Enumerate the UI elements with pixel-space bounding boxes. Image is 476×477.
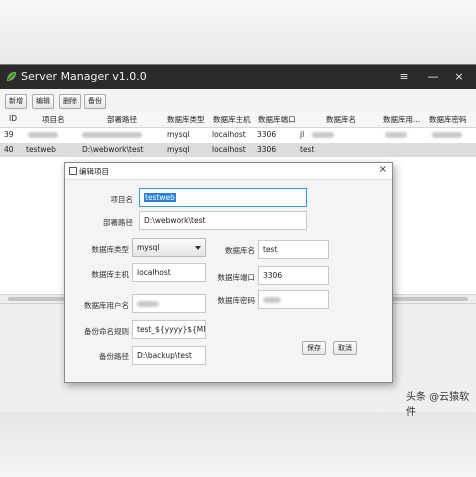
edit-button[interactable]: 编辑 <box>32 94 54 109</box>
cell-db-password-redacted <box>432 130 462 139</box>
close-icon[interactable]: × <box>448 68 470 86</box>
backup-button[interactable]: 备份 <box>84 94 106 109</box>
new-button[interactable]: 新增 <box>5 94 27 109</box>
column-header-db-password[interactable]: 数据库密码 <box>429 114 467 125</box>
project-name-input[interactable]: testweb <box>139 188 307 207</box>
backup-rule-input[interactable]: test_${yyyy}${MM <box>132 320 206 339</box>
column-header-path[interactable]: 部署路径 <box>107 114 137 125</box>
db-name-label: 数据库名 <box>225 246 255 255</box>
edit-project-dialog: 编辑项目 × 项目名 testweb 部署路径 D:\webwork\test … <box>64 162 393 383</box>
db-name-input[interactable]: test <box>258 240 329 259</box>
backup-path-input[interactable]: D:\backup\test <box>132 346 206 365</box>
backup-rule-label: 备份命名规则 <box>84 327 129 336</box>
project-name-label: 项目名 <box>110 195 134 204</box>
cell-db-name: test <box>300 145 315 154</box>
minimize-button[interactable]: — <box>422 68 444 86</box>
cell-id: 39 <box>4 130 14 139</box>
cell-db-type: mysql <box>167 145 190 154</box>
close-icon[interactable]: × <box>379 164 387 175</box>
db-type-value: mysql <box>137 243 160 252</box>
cell-project-redacted <box>28 130 58 139</box>
deploy-path-input[interactable]: D:\webwork\test <box>139 211 307 230</box>
table-row[interactable]: 39 mysql localhost 3306 jl <box>0 128 476 142</box>
dialog-title: 编辑项目 <box>79 167 109 176</box>
background-bottom <box>0 412 476 477</box>
cell-path: D:\webwork\test <box>82 145 144 154</box>
cell-db-name-redacted <box>312 130 334 139</box>
delete-button[interactable]: 删除 <box>59 94 81 109</box>
cell-db-host: localhost <box>212 145 246 154</box>
deploy-path-label: 部署路径 <box>103 218 133 227</box>
db-user-label: 数据库用户名 <box>84 301 129 310</box>
cell-db-name: jl <box>300 130 305 139</box>
column-header-db-host[interactable]: 数据库主机 <box>213 114 251 125</box>
table-row-selected[interactable]: 40 testweb D:\webwork\test mysql localho… <box>0 143 476 157</box>
toolbar: 新增 编辑 删除 备份 <box>0 89 476 112</box>
db-password-input[interactable] <box>258 290 329 309</box>
db-port-label: 数据库端口 <box>217 273 256 282</box>
db-user-input[interactable] <box>132 294 206 313</box>
chevron-down-icon <box>195 246 201 250</box>
column-header-db-port[interactable]: 数据库端口 <box>258 114 296 125</box>
cell-db-type: mysql <box>167 130 190 139</box>
table-header: ID 项目名 部署路径 数据库类型 数据库主机 数据库端口 数据库名 数据库用.… <box>0 111 476 128</box>
window-title: Server Manager v1.0.0 <box>21 70 147 83</box>
column-header-project[interactable]: 项目名 <box>42 114 65 125</box>
cell-db-host: localhost <box>212 130 246 139</box>
cell-id: 40 <box>4 145 14 154</box>
project-name-value: testweb <box>144 193 176 202</box>
column-header-db-name[interactable]: 数据库名 <box>326 114 356 125</box>
background-top <box>0 0 476 64</box>
menu-icon[interactable]: ≡ <box>393 68 415 86</box>
db-host-input[interactable]: localhost <box>132 263 206 282</box>
db-port-input[interactable]: 3306 <box>258 266 329 285</box>
dialog-title-bar: 编辑项目 × <box>65 163 392 180</box>
leaf-icon <box>6 71 17 82</box>
db-host-label: 数据库主机 <box>91 270 130 279</box>
watermark: 头条 @云猿软件 <box>406 392 470 418</box>
cell-db-port: 3306 <box>257 130 277 139</box>
title-bar: Server Manager v1.0.0 ≡ — × <box>0 65 476 89</box>
column-header-db-type[interactable]: 数据库类型 <box>167 114 205 125</box>
window-icon <box>69 167 77 175</box>
db-type-label: 数据库类型 <box>91 245 130 254</box>
cancel-button[interactable]: 取消 <box>333 341 357 355</box>
column-header-db-user[interactable]: 数据库用... <box>383 114 420 125</box>
cell-project: testweb <box>26 145 56 154</box>
column-header-id[interactable]: ID <box>9 114 17 123</box>
cell-db-port: 3306 <box>257 145 277 154</box>
cell-db-user-redacted <box>385 130 407 139</box>
db-type-select[interactable]: mysql <box>132 238 206 257</box>
db-password-label: 数据库密码 <box>217 296 256 305</box>
backup-path-label: 备份路径 <box>99 352 129 361</box>
cell-path-redacted <box>82 130 142 139</box>
save-button[interactable]: 保存 <box>302 341 326 355</box>
